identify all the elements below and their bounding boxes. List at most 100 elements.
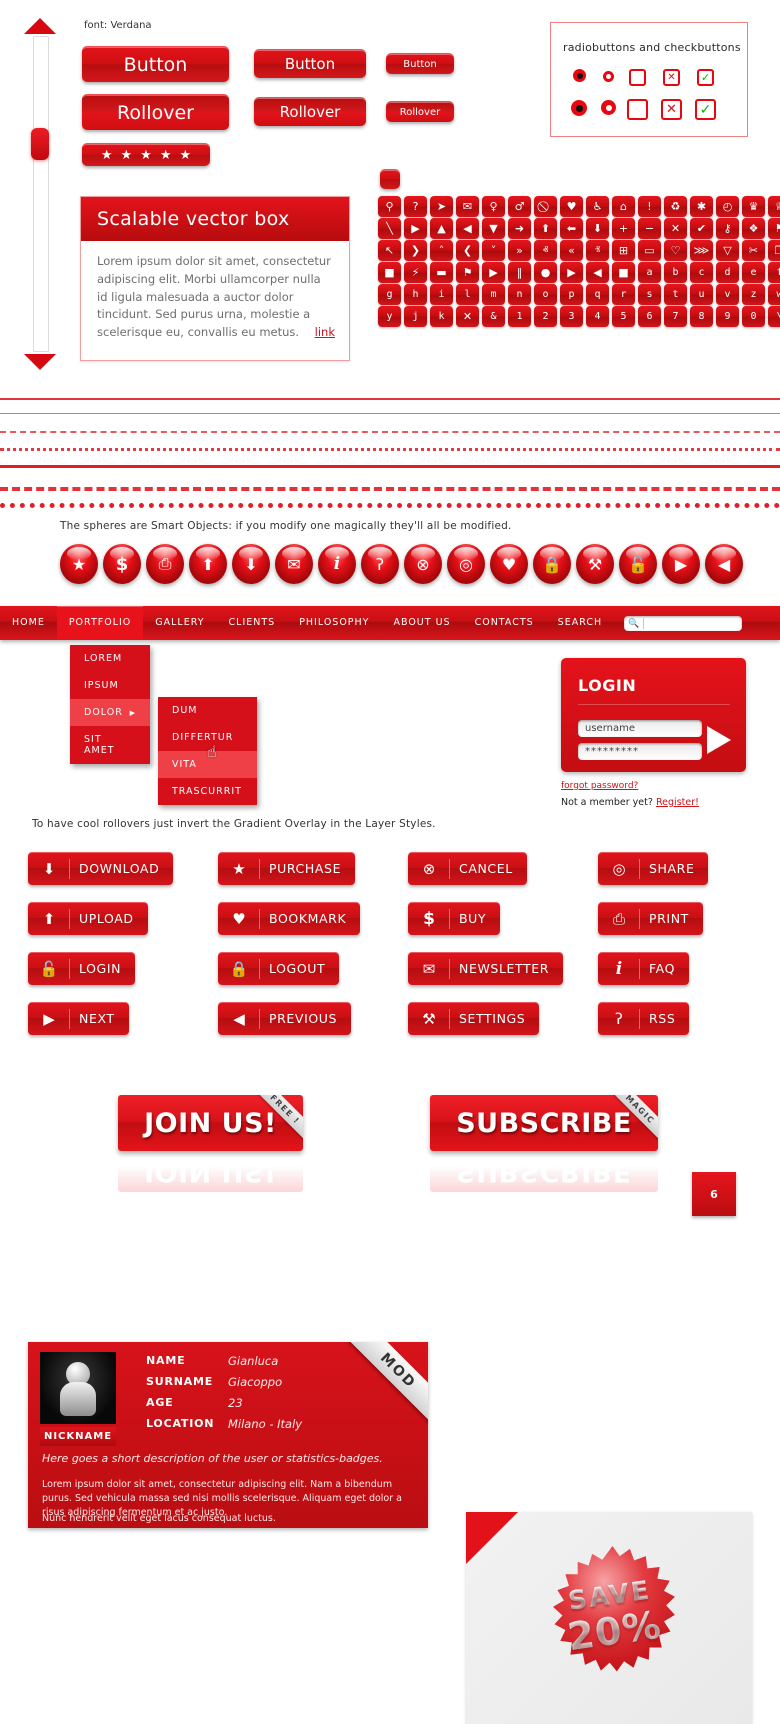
previous-button[interactable]: ◀ PREVIOUS <box>218 1002 352 1035</box>
c-icon[interactable]: c <box>690 262 713 283</box>
w-icon[interactable]: w <box>768 284 780 305</box>
menu-item-sit-amet[interactable]: SIT AMET <box>70 726 150 764</box>
arrow-up-icon[interactable]: ⬆ <box>534 218 557 239</box>
scrollbar-arrow-down-icon[interactable] <box>24 354 56 370</box>
clock-icon[interactable]: ◴ <box>716 196 739 217</box>
d-icon[interactable]: d <box>716 262 739 283</box>
rating-stars-bar[interactable]: ★ ★ ★ ★ ★ <box>82 143 210 166</box>
key-icon[interactable]: ⚷ <box>716 218 739 239</box>
j-icon[interactable]: j <box>404 306 427 327</box>
scrollbar-thumb[interactable] <box>31 128 49 160</box>
double-up-icon[interactable]: ⱏ <box>534 240 557 261</box>
chevron-left-icon[interactable]: ❮ <box>456 240 479 261</box>
play-icon[interactable]: ▶ <box>404 218 427 239</box>
play-2-icon[interactable]: ▶ <box>482 262 505 283</box>
nav-item-home[interactable]: HOME <box>0 606 57 640</box>
nav-item-philosophy[interactable]: PHILOSOPHY <box>287 606 381 640</box>
forgot-password-link[interactable]: forgot password? <box>561 781 638 791</box>
login-submit-button[interactable] <box>707 726 731 754</box>
rewind-icon[interactable]: ◀ <box>586 262 609 283</box>
unlock-sphere[interactable]: 🔓 <box>619 544 657 584</box>
home-icon[interactable]: ⌂ <box>612 196 635 217</box>
9-icon[interactable]: 9 <box>716 306 739 327</box>
g-icon[interactable]: g <box>378 284 401 305</box>
upload-button[interactable]: ⬆ UPLOAD <box>28 902 148 935</box>
rss-button[interactable]: ʔ RSS <box>598 1002 690 1035</box>
purchase-button[interactable]: ★ PURCHASE <box>218 852 356 885</box>
male-icon[interactable]: ♂ <box>508 196 531 217</box>
checkbox-x-small[interactable]: ✕ <box>663 69 680 86</box>
button-large-rollover[interactable]: Rollover <box>82 94 229 130</box>
folder-icon[interactable]: ▭ <box>638 240 661 261</box>
join-us-banner[interactable]: JOIN US! FREE ! JOIN US! <box>118 1095 303 1192</box>
--icon[interactable]: ? <box>404 196 427 217</box>
0-icon[interactable]: 0 <box>742 306 765 327</box>
t-icon[interactable]: t <box>664 284 687 305</box>
n-icon[interactable]: n <box>508 284 531 305</box>
settings-button[interactable]: ⚒ SETTINGS <box>408 1002 540 1035</box>
e-icon[interactable]: e <box>742 262 765 283</box>
u-icon[interactable]: u <box>690 284 713 305</box>
dropdown-menu-primary[interactable]: LOREM IPSUM DOLOR ▶ SIT AMET <box>70 645 150 764</box>
cursor-sm-icon[interactable]: ↖ <box>378 240 401 261</box>
z-icon[interactable]: z <box>742 284 765 305</box>
next-button[interactable]: ▶ NEXT <box>28 1002 129 1035</box>
y-icon[interactable]: y <box>378 306 401 327</box>
k-icon[interactable]: k <box>430 306 453 327</box>
puzzle-icon[interactable]: ❖ <box>742 218 765 239</box>
pause-icon[interactable]: ‖ <box>508 262 531 283</box>
3-icon[interactable]: 3 <box>560 306 583 327</box>
chevron-up-icon[interactable]: ˄ <box>430 240 453 261</box>
folder-next-icon[interactable]: ⋙ <box>690 240 713 261</box>
cancel-button[interactable]: ⊗ CANCEL <box>408 852 527 885</box>
radio-filled-small[interactable] <box>573 69 586 82</box>
p-icon[interactable]: p <box>560 284 583 305</box>
comment-line-icon[interactable]: ▬ <box>430 262 453 283</box>
comment-pin-icon[interactable]: ⚑ <box>456 262 479 283</box>
back-sphere[interactable]: ◀ <box>705 544 743 584</box>
o-icon[interactable]: o <box>534 284 557 305</box>
7-icon[interactable]: 7 <box>664 306 687 327</box>
recycle-icon[interactable]: ♻ <box>664 196 687 217</box>
checkbox-empty-small[interactable] <box>629 69 646 86</box>
subscribe-banner-surface[interactable]: SUBSCRIBE MAGIC <box>430 1095 658 1151</box>
m-icon[interactable]: m <box>482 284 505 305</box>
2-icon[interactable]: 2 <box>534 306 557 327</box>
nav-item-search[interactable]: SEARCH <box>546 606 614 640</box>
main-navbar[interactable]: HOME PORTFOLIO GALLERY CLIENTS PHILOSOPHY ABO… <box>0 606 780 640</box>
login-button[interactable]: 🔓 LOGIN <box>28 952 136 985</box>
forward-icon[interactable]: ▶ <box>560 262 583 283</box>
b-icon[interactable]: b <box>664 262 687 283</box>
folder-down-icon[interactable]: ▽ <box>716 240 739 261</box>
nav-item-about-us[interactable]: ABOUT US <box>381 606 462 640</box>
double-right-icon[interactable]: » <box>508 240 531 261</box>
star-sphere[interactable]: ★ <box>60 544 98 584</box>
nav-item-clients[interactable]: CLIENTS <box>217 606 288 640</box>
upload-sphere[interactable]: ⬆ <box>189 544 227 584</box>
join-us-banner-surface[interactable]: JOIN US! FREE ! <box>118 1095 303 1151</box>
bookmark-button[interactable]: ♥ BOOKMARK <box>218 902 361 935</box>
folder-heart-icon[interactable]: ♡ <box>664 240 687 261</box>
copy-icon[interactable]: ❐ <box>768 240 780 261</box>
button-large[interactable]: Button <box>82 46 229 82</box>
radio-empty-small[interactable] <box>603 71 614 82</box>
newsletter-button[interactable]: ✉ NEWSLETTER <box>408 952 564 985</box>
download-button[interactable]: ⬇ DOWNLOAD <box>28 852 174 885</box>
menu-item-trascurrit[interactable]: TRASCURRIT <box>158 778 257 805</box>
subscribe-banner[interactable]: SUBSCRIBE MAGIC SUBSCRIBE <box>430 1095 658 1192</box>
checkbox-check-large[interactable]: ✓ <box>695 99 716 120</box>
print-sphere[interactable]: ⎙ <box>146 544 184 584</box>
5-icon[interactable]: 5 <box>612 306 635 327</box>
checkbox-x-large[interactable]: ✕ <box>661 99 682 120</box>
left-tri-icon[interactable]: ◀ <box>456 218 479 239</box>
a-icon[interactable]: a <box>638 262 661 283</box>
folder-plus-icon[interactable]: ⊞ <box>612 240 635 261</box>
nav-item-portfolio[interactable]: PORTFOLIO <box>56 606 144 640</box>
6-icon[interactable]: 6 <box>638 306 661 327</box>
female-icon[interactable]: ♀ <box>482 196 505 217</box>
accessibility-icon[interactable]: ♿ <box>586 196 609 217</box>
double-left-icon[interactable]: « <box>560 240 583 261</box>
double-down-icon[interactable]: ⱐ <box>586 240 609 261</box>
plus-icon[interactable]: + <box>612 218 635 239</box>
i-icon[interactable]: i <box>430 284 453 305</box>
